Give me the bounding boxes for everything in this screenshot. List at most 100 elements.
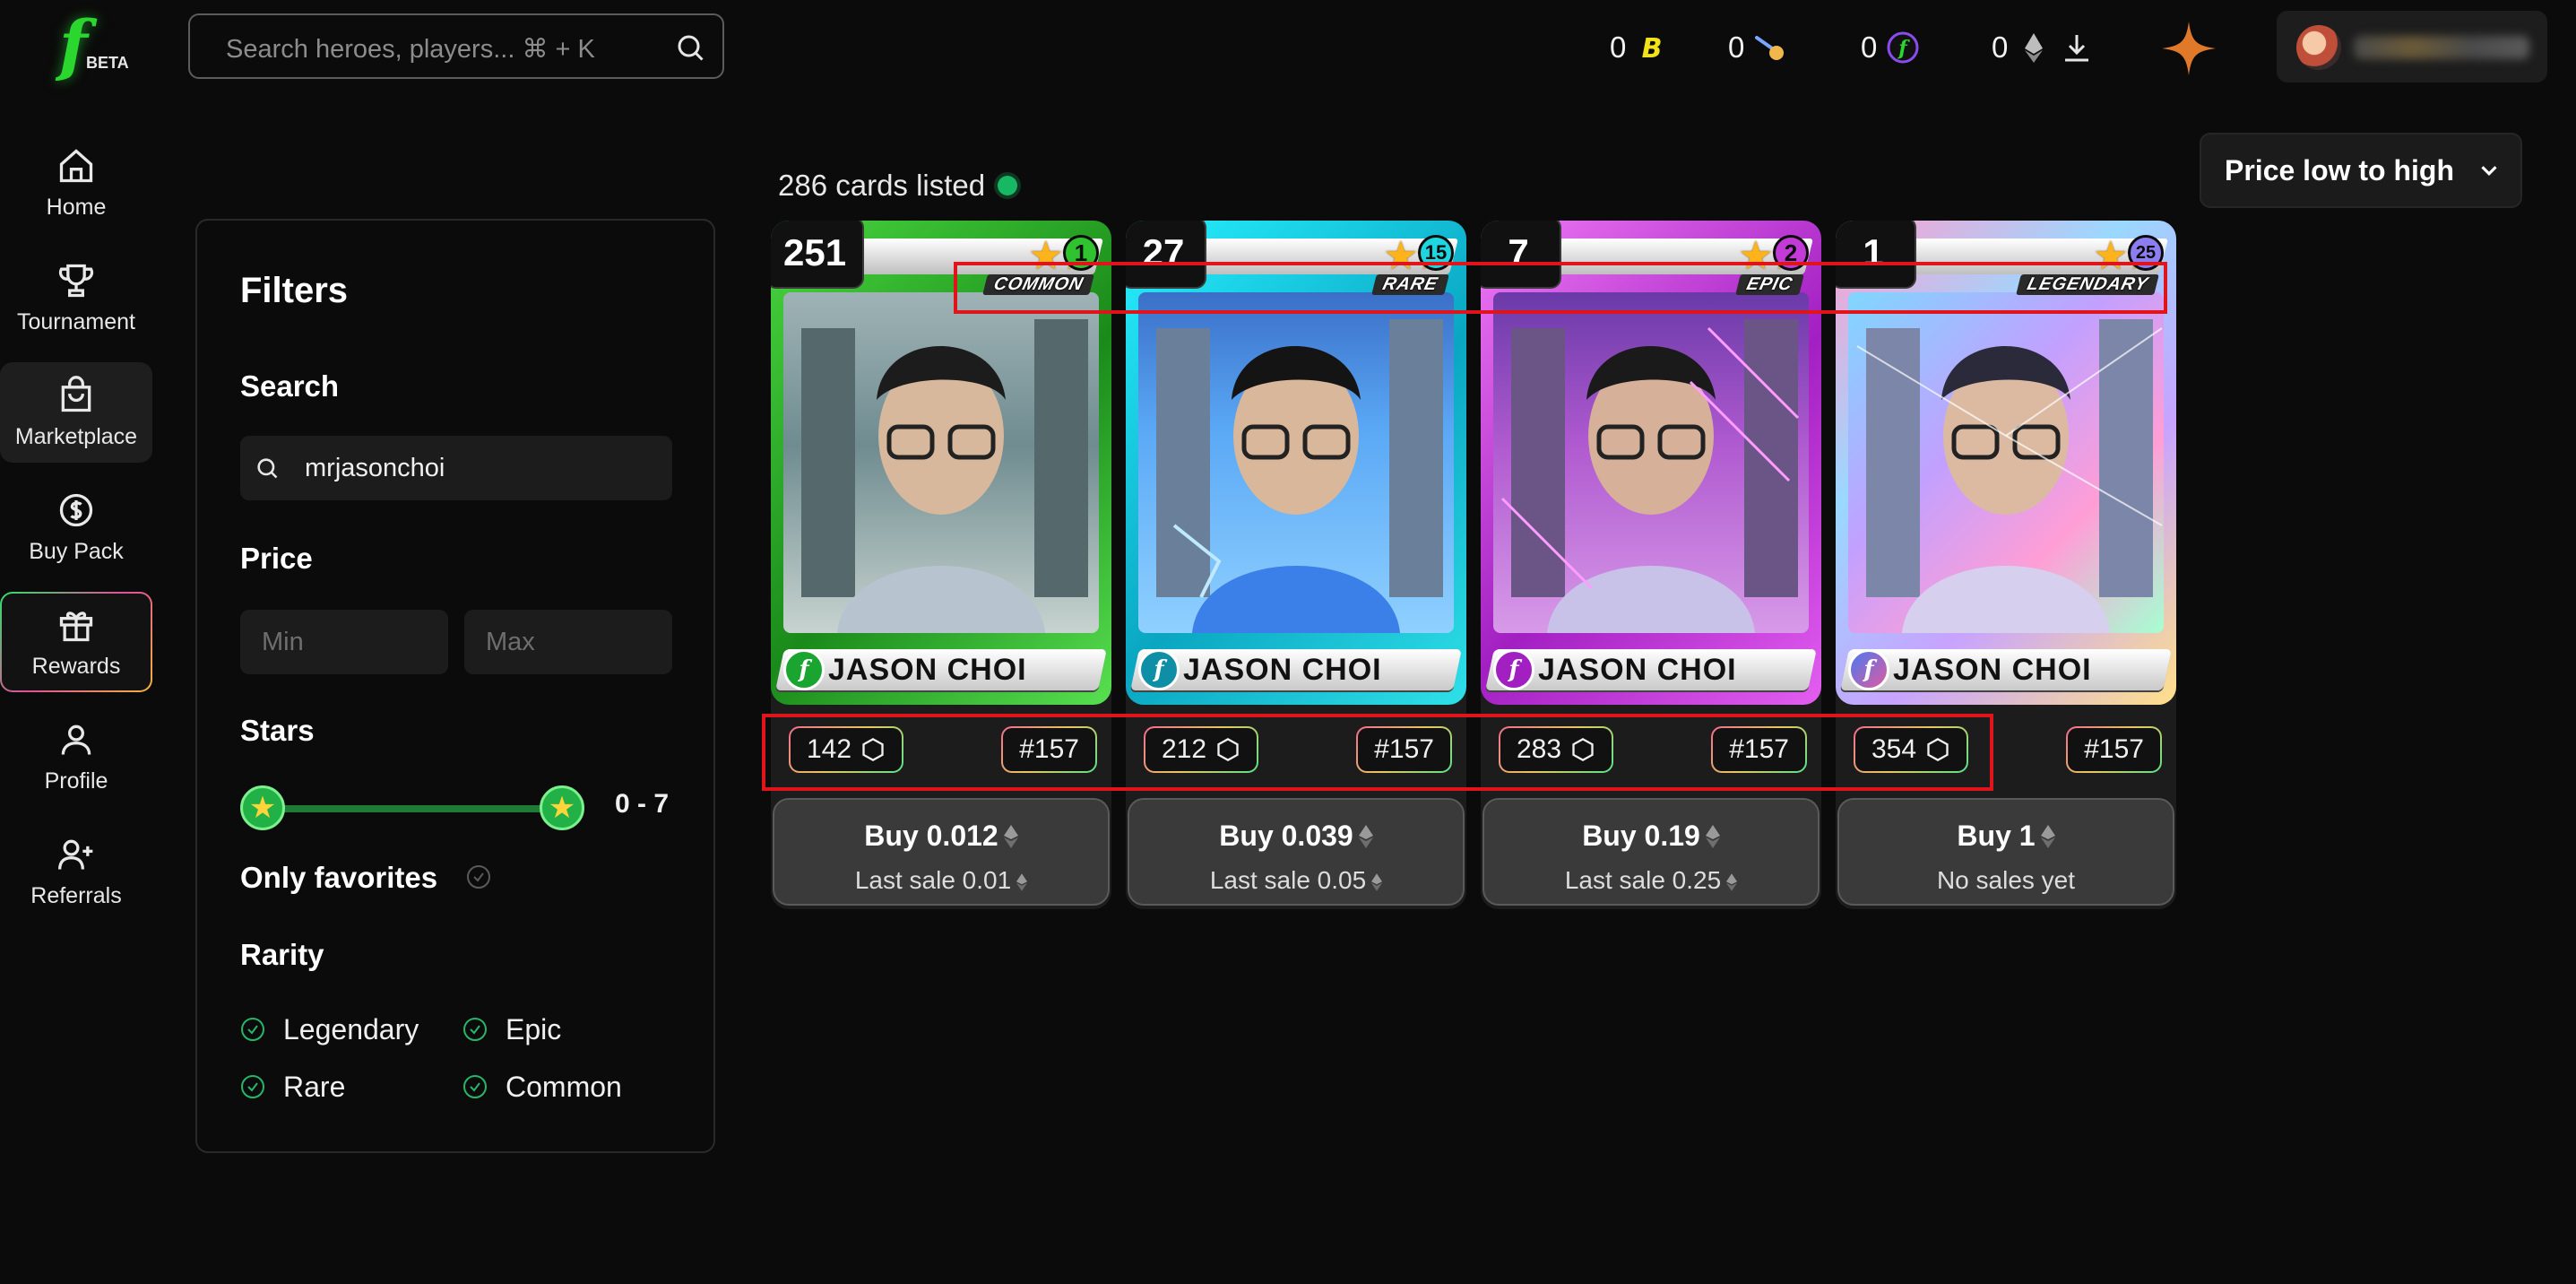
avatar bbox=[2296, 25, 2341, 70]
nav-item-buy-pack[interactable]: Buy Pack bbox=[0, 477, 152, 577]
price-max-input[interactable]: Max bbox=[464, 610, 672, 674]
dollar-circle-icon bbox=[59, 493, 93, 526]
nav-label-profile: Profile bbox=[44, 768, 108, 794]
trophy-icon bbox=[58, 264, 94, 297]
buy-button[interactable]: Buy 0.012 Last sale 0.01 bbox=[773, 798, 1110, 906]
card-serial-value: 142 bbox=[807, 734, 852, 764]
card-level-badge: 25 bbox=[2128, 235, 2164, 271]
balance-comet[interactable]: 0 bbox=[1728, 25, 1787, 70]
logo-mark: f bbox=[59, 7, 88, 84]
nav-item-home[interactable]: Home bbox=[0, 133, 152, 233]
ethereum-icon bbox=[2025, 33, 2044, 63]
card-number-pill: #157 bbox=[2066, 726, 2162, 773]
rarity-rare-checkbox[interactable] bbox=[240, 1074, 265, 1099]
sort-dropdown[interactable]: Price low to high bbox=[2200, 133, 2522, 208]
download-icon[interactable] bbox=[2060, 30, 2094, 65]
rarity-rare-label[interactable]: Rare bbox=[283, 1071, 345, 1104]
nav-item-referrals[interactable]: Referrals bbox=[0, 821, 152, 922]
card-serial-pill: 212 bbox=[1144, 726, 1258, 773]
only-favorites-checkbox[interactable] bbox=[466, 864, 491, 889]
rarity-legendary-checkbox[interactable] bbox=[240, 1017, 265, 1042]
cards-listed-count: 286 cards listed bbox=[778, 169, 1018, 203]
player-card-legendary[interactable]: ★★ 25 LEGENDARY 1 f JASON CHOI bbox=[1836, 221, 2176, 705]
balance-fantasy-token[interactable]: 0 f bbox=[1861, 25, 1920, 70]
rarity-common-checkbox[interactable] bbox=[462, 1074, 488, 1099]
user-icon bbox=[61, 724, 91, 755]
buy-button[interactable]: Buy 1 No sales yet bbox=[1837, 798, 2174, 906]
nav-item-tournament[interactable]: Tournament bbox=[0, 247, 152, 348]
rarity-common-label[interactable]: Common bbox=[506, 1071, 622, 1104]
player-card-epic[interactable]: ★★ 2 EPIC 7 f JASON CHOI bbox=[1481, 221, 1821, 705]
ethereum-icon bbox=[1371, 873, 1383, 891]
balance-b-coin-amount: 0 bbox=[1610, 30, 1627, 64]
card-level-badge: 15 bbox=[1418, 235, 1454, 271]
ethereum-icon bbox=[1016, 873, 1028, 891]
card-serial-pill: 283 bbox=[1499, 726, 1613, 773]
rarity-epic-label[interactable]: Epic bbox=[506, 1013, 561, 1046]
stars-slider-max-handle[interactable]: ★ bbox=[540, 785, 584, 830]
player-card-common[interactable]: ★★ 1 COMMON 251 f JASON CHOI bbox=[771, 221, 1111, 705]
card-level-badge: 1 bbox=[1063, 235, 1099, 271]
nav-item-profile[interactable]: Profile bbox=[0, 707, 152, 807]
comet-icon bbox=[1755, 36, 1785, 60]
stars-slider-track[interactable] bbox=[260, 805, 565, 812]
price-min-input[interactable]: Min bbox=[240, 610, 448, 674]
card-number-pill: #157 bbox=[1356, 726, 1452, 773]
nav-label-buy-pack: Buy Pack bbox=[29, 538, 124, 564]
buy-button[interactable]: Buy 0.19 Last sale 0.25 bbox=[1482, 798, 1820, 906]
buy-price: Buy 0.039 bbox=[1219, 820, 1353, 852]
bold-b-coin-icon: B bbox=[1642, 33, 1663, 65]
buy-price: Buy 0.19 bbox=[1582, 820, 1700, 852]
sparkle-icon[interactable] bbox=[2158, 18, 2219, 79]
price-heading: Price bbox=[240, 542, 313, 575]
buy-button[interactable]: Buy 0.039 Last sale 0.05 bbox=[1128, 798, 1465, 906]
balance-eth[interactable]: 0 bbox=[1992, 25, 2094, 70]
nav-label-referrals: Referrals bbox=[30, 882, 122, 908]
ethereum-icon bbox=[2040, 825, 2055, 848]
stars-range-value: 0 - 7 bbox=[615, 789, 670, 819]
balance-b-coin[interactable]: 0 B bbox=[1610, 25, 1669, 70]
price-min-placeholder: Min bbox=[262, 628, 304, 656]
filters-panel: Filters Search mrjasonchoi Price Min Max… bbox=[195, 219, 715, 1153]
card-rarity-label: COMMON bbox=[981, 274, 1094, 295]
team-badge-icon: f bbox=[1493, 649, 1534, 690]
global-search-input[interactable]: Search heroes, players... ⌘ + K bbox=[188, 13, 724, 79]
card-number-value: #157 bbox=[1019, 734, 1079, 764]
filter-search-input[interactable]: mrjasonchoi bbox=[240, 436, 672, 500]
hexagon-icon bbox=[1217, 737, 1239, 762]
nav-label-tournament: Tournament bbox=[16, 308, 136, 334]
card-number-value: #157 bbox=[2084, 734, 2144, 764]
username-redacted bbox=[2354, 36, 2529, 59]
nav-label-marketplace: Marketplace bbox=[14, 423, 138, 449]
live-status-dot bbox=[998, 176, 1018, 195]
card-listing: ★★ 15 RARE 27 f JASON CHOI 212 #157 Buy … bbox=[1126, 221, 1466, 909]
last-sale: Last sale 0.25 bbox=[1564, 866, 1722, 894]
fantasy-token-icon: f bbox=[1887, 31, 1919, 64]
player-card-rare[interactable]: ★★ 15 RARE 27 f JASON CHOI bbox=[1126, 221, 1466, 705]
card-number-value: #157 bbox=[1729, 734, 1789, 764]
rarity-legendary-label[interactable]: Legendary bbox=[283, 1013, 419, 1046]
rarity-epic-checkbox[interactable] bbox=[462, 1017, 488, 1042]
stars-slider-min-handle[interactable]: ★ bbox=[240, 785, 285, 830]
filter-search-value: mrjasonchoi bbox=[305, 454, 445, 482]
gift-icon bbox=[59, 611, 93, 641]
nav-item-rewards[interactable]: Rewards bbox=[0, 592, 152, 692]
nav-item-marketplace[interactable]: Marketplace bbox=[0, 362, 152, 463]
profile-menu-button[interactable] bbox=[2277, 11, 2547, 82]
player-portrait bbox=[1138, 292, 1454, 633]
hexagon-icon bbox=[1927, 737, 1949, 762]
card-number-pill: #157 bbox=[1001, 726, 1097, 773]
cards-listed-text: 286 cards listed bbox=[778, 169, 986, 202]
price-max-placeholder: Max bbox=[486, 628, 535, 656]
app-logo[interactable]: f BETA bbox=[59, 13, 140, 79]
nav-label-home: Home bbox=[46, 194, 107, 220]
user-plus-icon bbox=[58, 839, 93, 870]
card-serial-value: 354 bbox=[1871, 734, 1917, 764]
ethereum-icon bbox=[1003, 825, 1018, 848]
search-icon[interactable] bbox=[674, 31, 706, 64]
hexagon-icon bbox=[1572, 737, 1594, 762]
card-serial-pill: 142 bbox=[789, 726, 903, 773]
home-icon bbox=[59, 148, 93, 182]
only-favorites-label: Only favorites bbox=[240, 861, 438, 894]
buy-price: Buy 0.012 bbox=[864, 820, 998, 852]
